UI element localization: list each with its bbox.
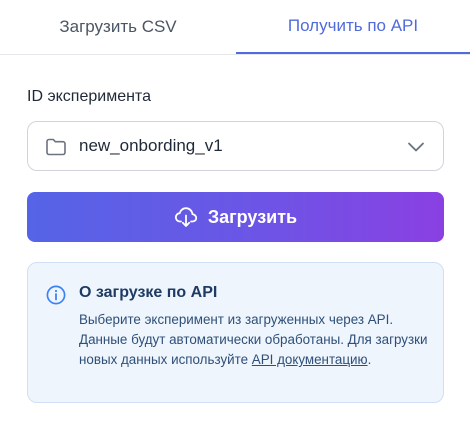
info-text-end: . <box>367 352 372 367</box>
tab-upload-csv[interactable]: Загрузить CSV <box>0 0 236 54</box>
api-info-box: О загрузке по API Выберите эксперимент и… <box>27 262 444 403</box>
tab-get-by-api[interactable]: Получить по API <box>236 0 470 54</box>
chevron-down-icon <box>408 142 424 152</box>
experiment-select[interactable]: new_onbording_v1 <box>27 121 444 171</box>
experiment-select-value: new_onbording_v1 <box>79 136 223 155</box>
info-icon <box>46 285 66 305</box>
upload-button[interactable]: Загрузить <box>27 192 444 242</box>
cloud-download-icon <box>174 207 197 227</box>
api-upload-panel: Загрузить CSV Получить по API ID экспери… <box>0 0 470 431</box>
folder-icon <box>46 138 66 156</box>
info-title: О загрузке по API <box>79 284 218 301</box>
info-text: Выберите эксперимент из загруженных чере… <box>79 310 435 370</box>
api-docs-link[interactable]: API документацию <box>252 352 368 367</box>
tab-bar: Загрузить CSV Получить по API <box>0 0 470 55</box>
upload-button-label: Загрузить <box>207 206 298 227</box>
experiment-id-label: ID эксперимента <box>27 88 151 105</box>
